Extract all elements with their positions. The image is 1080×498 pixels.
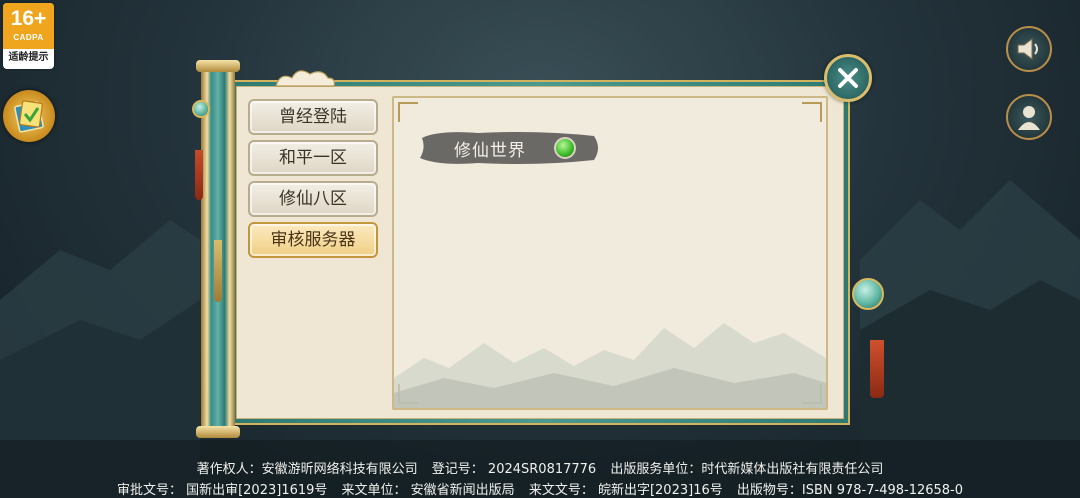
jade-ornament-left: [192, 100, 210, 118]
footer-copyright-line: 著作权人：安徽游昕网络科技有限公司 登记号： 2024SR0817776 出版服…: [0, 458, 1080, 477]
announcement-button[interactable]: [3, 90, 55, 142]
user-center-button[interactable]: [1006, 94, 1052, 140]
server-status-icon: [554, 137, 576, 159]
footer-registration-number: 登记号： 2024SR0817776: [431, 462, 597, 477]
age-rating-badge: 16+ CADPA 适龄提示: [3, 3, 54, 69]
speaker-button[interactable]: [1006, 26, 1052, 72]
footer-approval-number: 审批文号： 国新出审[2023]1619号: [116, 483, 328, 498]
age-rating-tip: 适龄提示: [8, 52, 49, 63]
tassel-right-red: [870, 340, 884, 398]
footer-approval-line: 审批文号： 国新出审[2023]1619号 来文单位： 安徽省新闻出版局 来文文…: [0, 479, 1080, 498]
panel-corner-tr: [802, 102, 822, 122]
tab-xiuxian-zone-8[interactable]: 修仙八区: [248, 181, 378, 217]
speaker-icon: [1017, 38, 1038, 60]
cloud-ornament-icon: [275, 70, 335, 87]
tassel-left-gold: [214, 240, 222, 302]
tab-review-server[interactable]: 审核服务器: [248, 222, 378, 258]
server-name: 修仙世界: [454, 141, 526, 161]
close-button[interactable]: [824, 54, 872, 102]
scroll-rod-cap-top: [196, 60, 240, 72]
footer-isbn: 出版物号：ISBN 978-7-498-12658-0: [736, 483, 964, 498]
ink-landscape: [394, 323, 826, 408]
age-rating-org: CADPA: [13, 33, 44, 42]
announcement-icon: [14, 100, 44, 133]
footer-document-number: 来文文号： 皖新出字[2023]16号: [528, 483, 723, 498]
tassel-left-red: [195, 150, 203, 200]
tab-peace-zone-1[interactable]: 和平一区: [248, 140, 378, 176]
age-rating-number: 16+: [10, 7, 47, 30]
tab-recent-login[interactable]: 曾经登陆: [248, 99, 378, 135]
footer-publisher: 出版服务单位：时代新媒体出版社有限责任公司: [610, 462, 884, 477]
footer-issuing-unit: 来文单位： 安徽省新闻出版局: [341, 483, 515, 498]
panel-corner-tl: [398, 102, 418, 122]
server-item[interactable]: 修仙世界: [418, 128, 604, 168]
scroll-rod-cap-bottom: [196, 426, 240, 438]
jade-ornament-right: [852, 278, 884, 310]
user-icon: [1018, 106, 1040, 130]
footer-copyright-owner: 著作权人：安徽游昕网络科技有限公司: [196, 462, 418, 477]
close-icon: [838, 68, 858, 88]
